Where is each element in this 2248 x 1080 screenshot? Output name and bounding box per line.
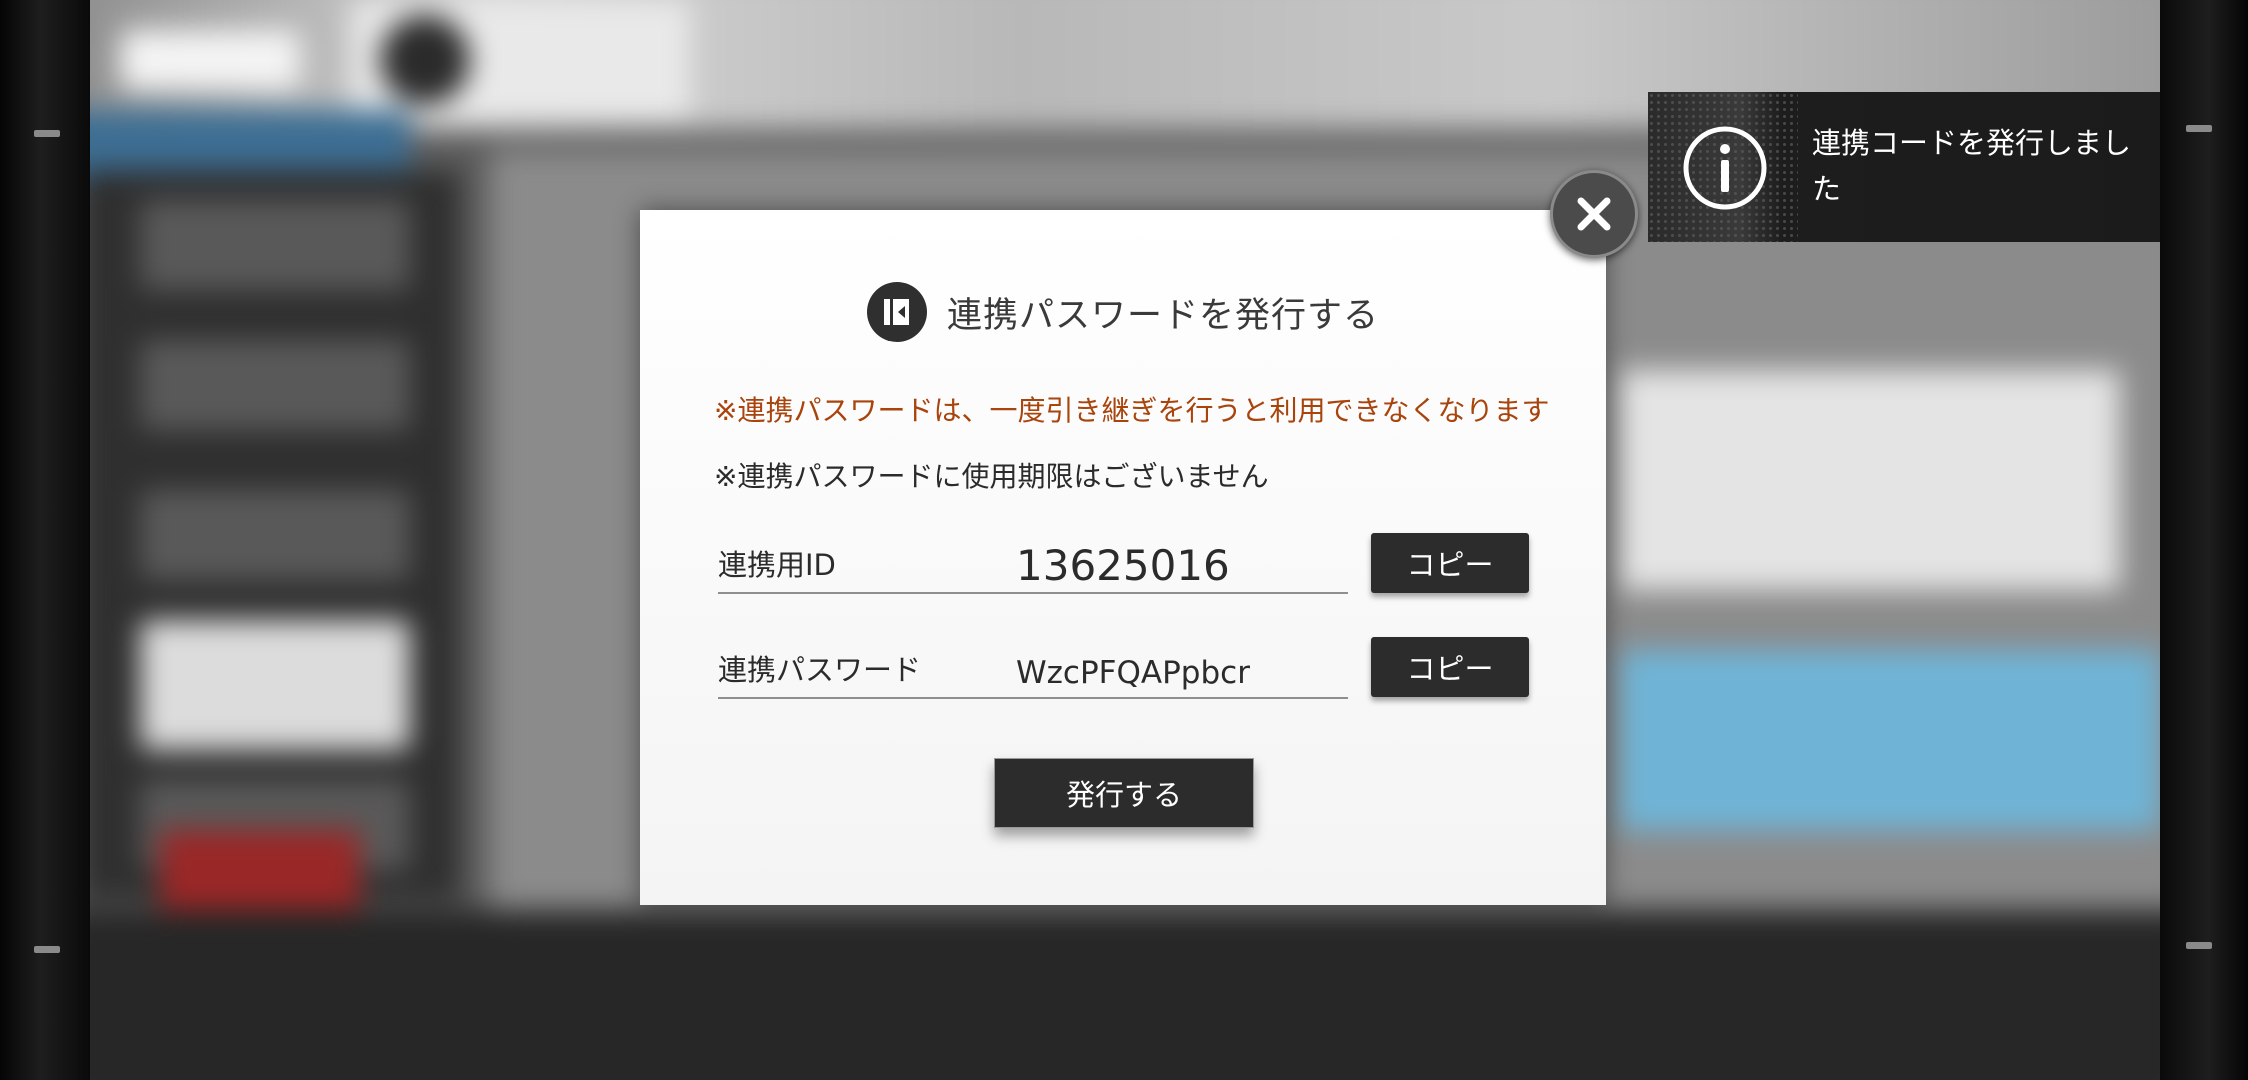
- link-transfer-icon: [866, 282, 927, 342]
- frame-marker: [34, 130, 60, 137]
- background-panel: [1620, 650, 2160, 830]
- background-panel: [1620, 370, 2120, 590]
- background-sidebar-item: [140, 620, 410, 750]
- device-frame-left: [0, 0, 90, 1080]
- issue-button[interactable]: 発行する: [994, 758, 1254, 828]
- background-sidebar: [90, 170, 460, 900]
- dialog-title: 連携パスワードを発行する: [640, 282, 1606, 342]
- link-id-label: 連携用ID: [718, 548, 836, 582]
- close-dialog-button[interactable]: [1550, 170, 1638, 258]
- frame-marker: [34, 946, 60, 953]
- background-sidebar-item: [140, 490, 410, 580]
- link-id-value: 13625016: [1016, 541, 1230, 590]
- link-password-row: 連携パスワード WzcPFQAPpbcr: [718, 637, 1348, 699]
- background-sidebar-item: [140, 200, 410, 290]
- background-header-button: [120, 30, 300, 90]
- link-password-value: WzcPFQAPpbcr: [1016, 655, 1250, 691]
- copy-id-button[interactable]: コピー: [1371, 533, 1529, 593]
- issue-password-dialog: 連携パスワードを発行する ※連携パスワードは、一度引き継ぎを行うと利用できなくな…: [640, 210, 1606, 905]
- link-password-label: 連携パスワード: [718, 653, 922, 687]
- background-badge: [160, 830, 360, 920]
- toast-notification: 連携コードを発行しました: [1648, 92, 2160, 242]
- copy-password-button[interactable]: コピー: [1371, 637, 1529, 697]
- device-frame-right: [2160, 0, 2248, 1080]
- background-logo-mark: [380, 15, 470, 105]
- dialog-title-text: 連携パスワードを発行する: [946, 295, 1379, 336]
- link-id-row: 連携用ID 13625016: [718, 532, 1348, 594]
- warning-text: ※連携パスワードは、一度引き継ぎを行うと利用できなくなります: [714, 394, 1550, 427]
- close-icon: [1577, 197, 1611, 231]
- background-sidebar-item: [140, 340, 410, 430]
- toast-message: 連携コードを発行しました: [1812, 126, 2132, 206]
- background-footer: [90, 910, 2160, 1080]
- info-icon: [1683, 126, 1767, 210]
- note-text: ※連携パスワードに使用期限はございません: [714, 460, 1269, 493]
- frame-marker: [2186, 125, 2212, 132]
- frame-marker: [2186, 942, 2212, 949]
